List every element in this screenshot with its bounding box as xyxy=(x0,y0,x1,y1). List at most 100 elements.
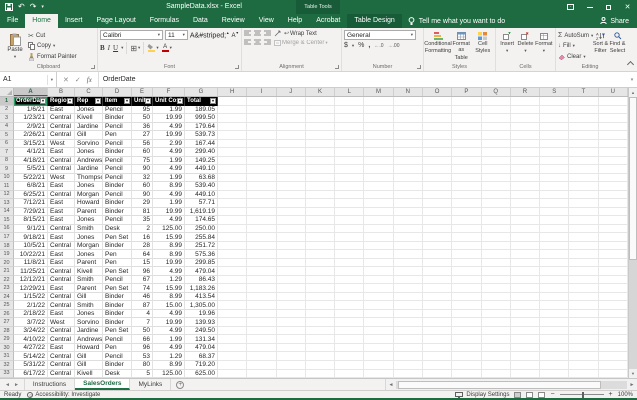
empty-cell[interactable] xyxy=(599,233,628,242)
empty-cell[interactable] xyxy=(364,225,393,234)
empty-cell[interactable] xyxy=(569,131,598,140)
empty-cell[interactable] xyxy=(482,233,511,242)
empty-cell[interactable] xyxy=(540,259,569,268)
empty-cell[interactable] xyxy=(306,148,335,157)
empty-cell[interactable] xyxy=(511,276,540,285)
cell[interactable]: Smith xyxy=(75,276,103,285)
cell[interactable]: 80 xyxy=(132,361,153,370)
cell[interactable]: 719.20 xyxy=(185,361,218,370)
empty-cell[interactable] xyxy=(277,293,306,302)
empty-cell[interactable] xyxy=(599,191,628,200)
filter-dropdown-icon[interactable]: ▾ xyxy=(145,98,151,104)
empty-cell[interactable] xyxy=(364,208,393,217)
empty-cell[interactable] xyxy=(247,267,276,276)
empty-cell[interactable] xyxy=(599,140,628,149)
cell[interactable]: Binder xyxy=(103,208,132,217)
empty-cell[interactable] xyxy=(277,361,306,370)
empty-cell[interactable] xyxy=(540,242,569,251)
close-icon[interactable]: ✕ xyxy=(618,0,637,14)
empty-cell[interactable] xyxy=(364,361,393,370)
filter-dropdown-icon[interactable]: ▾ xyxy=(177,98,183,104)
empty-cell[interactable] xyxy=(306,174,335,183)
cell[interactable]: 4.99 xyxy=(153,216,185,225)
number-format-select[interactable]: General▾ xyxy=(344,30,416,40)
borders-button[interactable]: ⊞▾ xyxy=(130,44,140,53)
tab-file[interactable]: File xyxy=(0,14,25,28)
empty-cell[interactable] xyxy=(306,267,335,276)
empty-cell[interactable] xyxy=(394,165,423,174)
cell[interactable]: 4/10/22 xyxy=(14,335,48,344)
empty-cell[interactable] xyxy=(540,225,569,234)
empty-cell[interactable] xyxy=(218,301,247,310)
cell[interactable]: 8.99 xyxy=(153,293,185,302)
cell[interactable]: Pen xyxy=(103,131,132,140)
cell[interactable]: Pen Set xyxy=(103,267,132,276)
normal-view-icon[interactable] xyxy=(514,392,521,398)
empty-cell[interactable] xyxy=(482,191,511,200)
empty-cell[interactable] xyxy=(511,191,540,200)
tab-review[interactable]: Review xyxy=(215,14,252,28)
zoom-out-icon[interactable]: − xyxy=(550,391,554,398)
empty-cell[interactable] xyxy=(394,344,423,353)
empty-cell[interactable] xyxy=(452,114,481,123)
empty-cell[interactable] xyxy=(335,361,364,370)
cell[interactable]: 12/12/21 xyxy=(14,276,48,285)
empty-cell[interactable] xyxy=(482,123,511,132)
empty-cell[interactable] xyxy=(306,208,335,217)
sheet-prev-icon[interactable]: ◄ xyxy=(5,382,10,388)
filter-dropdown-icon[interactable]: ▾ xyxy=(210,98,216,104)
empty-cell[interactable] xyxy=(482,327,511,336)
empty-cell[interactable] xyxy=(247,284,276,293)
empty-cell[interactable] xyxy=(277,242,306,251)
empty-cell[interactable] xyxy=(277,225,306,234)
empty-cell[interactable] xyxy=(540,301,569,310)
cell[interactable]: 6/17/22 xyxy=(14,370,48,379)
empty-cell[interactable] xyxy=(540,284,569,293)
empty-cell[interactable] xyxy=(423,148,452,157)
cell[interactable]: 1.29 xyxy=(153,276,185,285)
cell[interactable]: 1.99 xyxy=(153,335,185,344)
cell[interactable]: 139.93 xyxy=(185,318,218,327)
cell[interactable]: 250.00 xyxy=(185,225,218,234)
empty-cell[interactable] xyxy=(247,225,276,234)
empty-cell[interactable] xyxy=(599,335,628,344)
empty-cell[interactable] xyxy=(482,114,511,123)
empty-cell[interactable] xyxy=(482,199,511,208)
empty-cell[interactable] xyxy=(394,174,423,183)
empty-cell[interactable] xyxy=(306,250,335,259)
cell[interactable]: Pen Set xyxy=(103,233,132,242)
empty-cell[interactable] xyxy=(599,174,628,183)
empty-cell[interactable] xyxy=(482,157,511,166)
cell[interactable]: 90 xyxy=(132,191,153,200)
cell[interactable]: 11/8/21 xyxy=(14,259,48,268)
cell[interactable]: 2/1/22 xyxy=(14,301,48,310)
empty-cell[interactable] xyxy=(364,242,393,251)
empty-cell[interactable] xyxy=(599,208,628,217)
empty-cell[interactable] xyxy=(599,242,628,251)
empty-cell[interactable] xyxy=(394,216,423,225)
row-header-26[interactable]: 26 xyxy=(0,310,14,319)
cell[interactable]: Kivell xyxy=(75,370,103,379)
empty-cell[interactable] xyxy=(540,370,569,379)
empty-cell[interactable] xyxy=(540,327,569,336)
empty-cell[interactable] xyxy=(599,148,628,157)
redo-icon[interactable]: ↷ xyxy=(30,0,37,14)
empty-cell[interactable] xyxy=(511,242,540,251)
row-header-25[interactable]: 25 xyxy=(0,301,14,310)
cell[interactable]: 2.99 xyxy=(153,140,185,149)
row-header-33[interactable]: 33 xyxy=(0,370,14,379)
empty-cell[interactable] xyxy=(511,250,540,259)
alignment-dialog-launcher-icon[interactable] xyxy=(335,65,339,69)
empty-cell[interactable] xyxy=(511,267,540,276)
empty-cell[interactable] xyxy=(218,370,247,379)
number-dialog-launcher-icon[interactable] xyxy=(417,65,421,69)
cell[interactable]: Andrews xyxy=(75,157,103,166)
cell[interactable]: Desk xyxy=(103,225,132,234)
empty-cell[interactable] xyxy=(306,344,335,353)
empty-cell[interactable] xyxy=(482,361,511,370)
cell[interactable]: Binder xyxy=(103,293,132,302)
scroll-right-icon[interactable]: ► xyxy=(627,382,637,388)
empty-cell[interactable] xyxy=(364,267,393,276)
cell[interactable]: Central xyxy=(48,191,75,200)
empty-cell[interactable] xyxy=(218,157,247,166)
